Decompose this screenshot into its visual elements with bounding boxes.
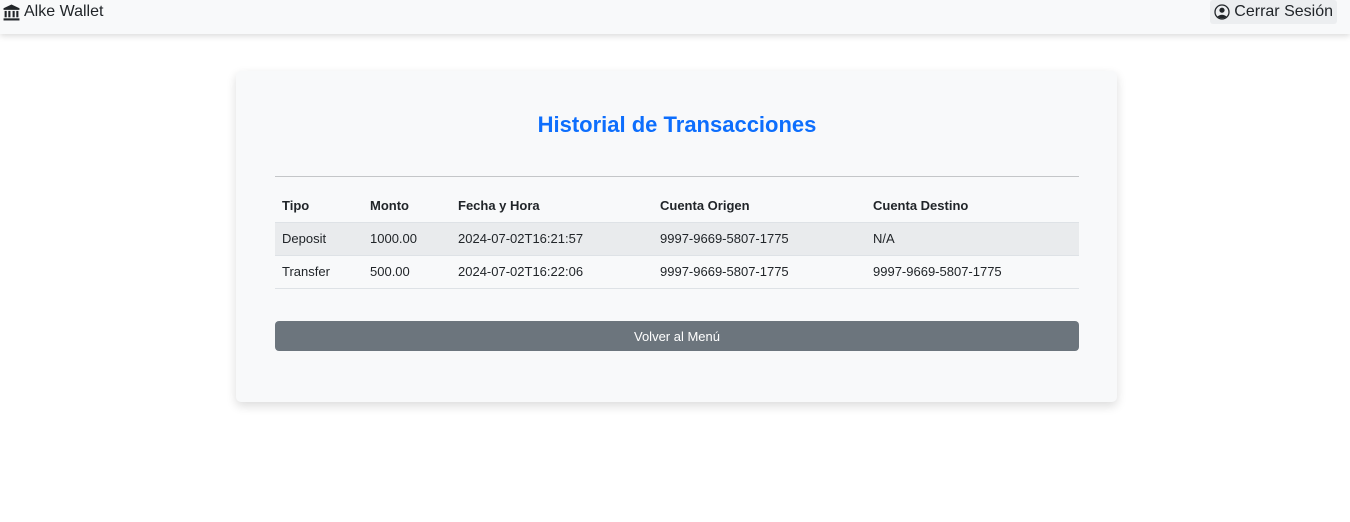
table-row: Transfer 500.00 2024-07-02T16:22:06 9997… [275,255,1079,289]
cell-tipo: Deposit [275,222,363,256]
user-circle-icon [1214,4,1230,20]
column-header-origen: Cuenta Origen [653,189,866,223]
brand-link[interactable]: Alke Wallet [3,2,103,22]
column-header-fecha: Fecha y Hora [451,189,653,223]
cell-monto: 500.00 [363,255,451,289]
cell-tipo: Transfer [275,255,363,289]
navbar: Alke Wallet Cerrar Sesión [0,0,1350,34]
logout-button[interactable]: Cerrar Sesión [1210,0,1337,24]
transactions-table: Tipo Monto Fecha y Hora Cuenta Origen Cu… [275,189,1079,289]
back-to-menu-button[interactable]: Volver al Menú [275,321,1079,351]
divider [275,176,1079,177]
cell-destino: 9997-9669-5807-1775 [866,255,1079,289]
cell-fecha: 2024-07-02T16:21:57 [451,222,653,256]
column-header-tipo: Tipo [275,189,363,223]
column-header-monto: Monto [363,189,451,223]
page-title: Historial de Transacciones [537,112,817,137]
logout-label: Cerrar Sesión [1234,3,1333,20]
cell-origen: 9997-9669-5807-1775 [653,255,866,289]
cell-monto: 1000.00 [363,222,451,256]
cell-fecha: 2024-07-02T16:22:06 [451,255,653,289]
table-header-row: Tipo Monto Fecha y Hora Cuenta Origen Cu… [275,189,1079,223]
column-header-destino: Cuenta Destino [866,189,1079,223]
bank-icon [3,4,20,21]
cell-origen: 9997-9669-5807-1775 [653,222,866,256]
table-row: Deposit 1000.00 2024-07-02T16:21:57 9997… [275,222,1079,256]
cell-destino: N/A [866,222,1079,256]
brand-label: Alke Wallet [24,3,104,20]
